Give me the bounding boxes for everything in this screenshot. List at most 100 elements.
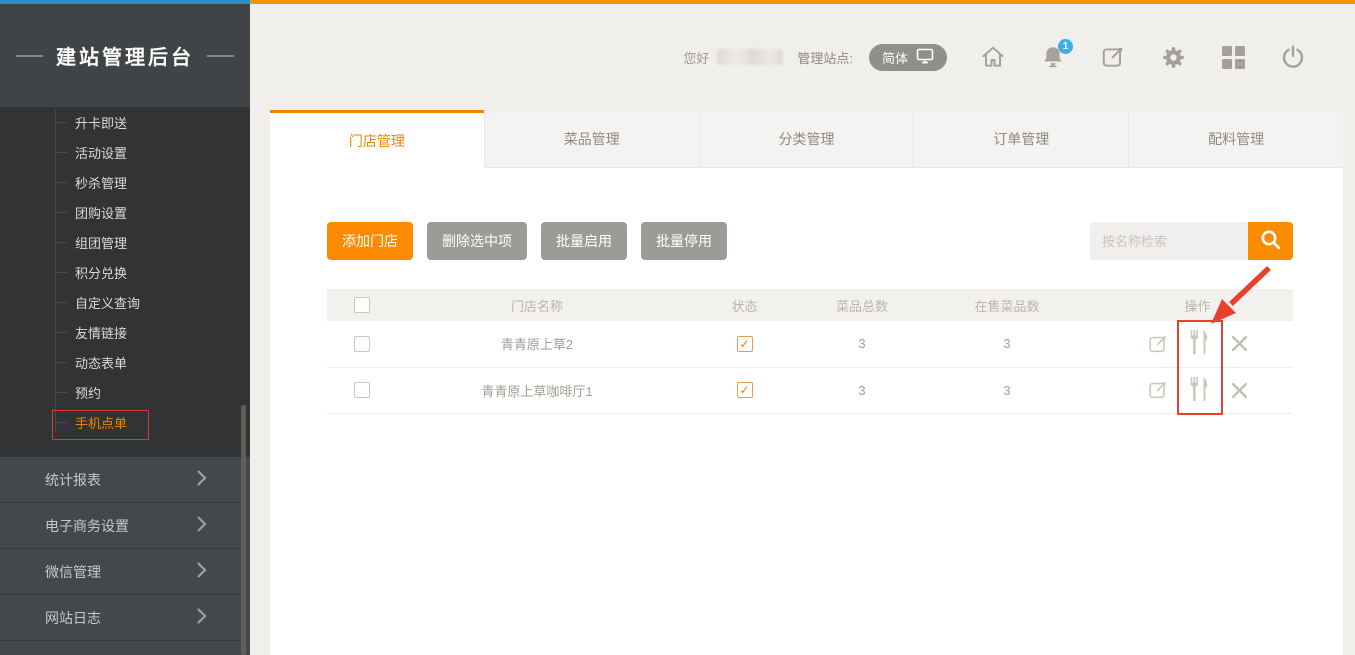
- table-row: 青青原上草2 ✓ 3 3: [327, 321, 1293, 367]
- section-label: 统计报表: [45, 470, 101, 490]
- sidebar-section-site-logs[interactable]: 网站日志: [0, 595, 250, 641]
- sidebar-item-label: 预约: [75, 383, 101, 402]
- store-table: 门店名称 状态 菜品总数 在售菜品数 操作 青青原上草2 ✓ 3 3: [327, 289, 1293, 414]
- dish-on-sale-value: 3: [912, 321, 1102, 367]
- status-checkbox-checked[interactable]: ✓: [737, 336, 753, 352]
- check-glyph: ✓: [739, 383, 749, 397]
- gear-icon[interactable]: [1160, 44, 1186, 70]
- sidebar-item-label: 积分兑换: [75, 263, 127, 282]
- username-blurred: [717, 49, 783, 65]
- dish-on-sale-value: 3: [912, 367, 1102, 413]
- row-checkbox[interactable]: [354, 382, 370, 398]
- toolbar: 添加门店 删除选中项 批量启用 批量停用: [327, 222, 1293, 260]
- monitor-icon: [916, 47, 934, 68]
- delete-selected-button[interactable]: 删除选中项: [427, 222, 527, 260]
- search-input[interactable]: [1090, 222, 1248, 260]
- fork-knife-wrap-1: [1184, 373, 1216, 408]
- manage-site-label: 管理站点:: [797, 48, 853, 67]
- sidebar-scrollbar[interactable]: [241, 405, 246, 655]
- batch-enable-button[interactable]: 批量启用: [541, 222, 627, 260]
- search-box: [1090, 222, 1293, 260]
- store-name: 青青原上草2: [397, 321, 677, 367]
- sidebar-item-team[interactable]: 组团管理: [0, 227, 250, 257]
- apps-grid-icon[interactable]: [1220, 44, 1246, 70]
- chevron-right-icon: [195, 515, 208, 536]
- notification-badge: 1: [1058, 39, 1073, 54]
- tab-label: 配料管理: [1208, 129, 1264, 149]
- chevron-right-icon: [195, 607, 208, 628]
- sidebar-item-label: 升卡即送: [75, 113, 127, 132]
- edit-icon[interactable]: [1100, 44, 1126, 70]
- language-button[interactable]: 简体: [869, 44, 947, 71]
- power-icon[interactable]: [1280, 44, 1306, 70]
- sidebar: 建站管理后台 升卡即送 活动设置 秒杀管理 团购设置 组团管理 积分兑换 自定义…: [0, 4, 250, 655]
- sidebar-item-label: 秒杀管理: [75, 173, 127, 192]
- check-glyph: ✓: [739, 337, 749, 351]
- sidebar-item-dynamic-form[interactable]: 动态表单: [0, 347, 250, 377]
- bell-icon[interactable]: 1: [1040, 44, 1066, 70]
- tab-label: 门店管理: [349, 131, 405, 151]
- sidebar-item-label: 自定义查询: [75, 293, 140, 312]
- section-label: 电子商务设置: [45, 516, 129, 536]
- tab-dish-management[interactable]: 菜品管理: [484, 110, 699, 168]
- col-header-dish-on-sale: 在售菜品数: [912, 289, 1102, 321]
- top-header: 您好 管理站点: 简体 1: [250, 4, 1355, 110]
- sidebar-item-flash-sale[interactable]: 秒杀管理: [0, 167, 250, 197]
- status-checkbox-checked[interactable]: ✓: [737, 382, 753, 398]
- sidebar-item-custom-query[interactable]: 自定义查询: [0, 287, 250, 317]
- home-icon[interactable]: [980, 44, 1006, 70]
- tab-ingredient-management[interactable]: 配料管理: [1128, 110, 1343, 168]
- search-button[interactable]: [1248, 222, 1293, 260]
- table-row: 青青原上草咖啡厅1 ✓ 3 3: [327, 367, 1293, 413]
- sidebar-item-label: 友情链接: [75, 323, 127, 342]
- table-header-row: 门店名称 状态 菜品总数 在售菜品数 操作: [327, 289, 1293, 321]
- app-title: 建站管理后台: [56, 41, 194, 70]
- sidebar-section-wechat[interactable]: 微信管理: [0, 549, 250, 595]
- row-checkbox[interactable]: [354, 336, 370, 352]
- sidebar-menu: 升卡即送 活动设置 秒杀管理 团购设置 组团管理 积分兑换 自定义查询 友情链接…: [0, 107, 250, 457]
- language-label: 简体: [882, 48, 908, 67]
- sidebar-item-group-buy[interactable]: 团购设置: [0, 197, 250, 227]
- tab-order-management[interactable]: 订单管理: [913, 110, 1128, 168]
- close-icon[interactable]: [1231, 382, 1248, 399]
- sidebar-item-card-gift[interactable]: 升卡即送: [0, 107, 250, 137]
- sidebar-item-label: 动态表单: [75, 353, 127, 372]
- sidebar-item-label: 活动设置: [75, 143, 127, 162]
- sidebar-item-friend-links[interactable]: 友情链接: [0, 317, 250, 347]
- store-name: 青青原上草咖啡厅1: [397, 367, 677, 413]
- sidebar-item-points[interactable]: 积分兑换: [0, 257, 250, 287]
- sidebar-title: 建站管理后台: [0, 4, 250, 107]
- close-icon[interactable]: [1231, 335, 1248, 352]
- sidebar-item-label: 团购设置: [75, 203, 127, 222]
- section-label: 微信管理: [45, 562, 101, 582]
- section-label: 网站日志: [45, 608, 101, 628]
- tab-label: 菜品管理: [564, 129, 620, 149]
- sidebar-item-label: 组团管理: [75, 233, 127, 252]
- tab-category-management[interactable]: 分类管理: [699, 110, 914, 168]
- edit-icon[interactable]: [1147, 333, 1169, 355]
- col-header-actions: 操作: [1102, 289, 1293, 321]
- fork-knife-wrap-0: [1184, 326, 1216, 361]
- sidebar-item-activity[interactable]: 活动设置: [0, 137, 250, 167]
- title-dash-left: [16, 55, 43, 57]
- fork-knife-icon[interactable]: [1188, 375, 1212, 406]
- sidebar-item-label: 手机点单: [75, 413, 127, 432]
- sidebar-section-statistics[interactable]: 统计报表: [0, 457, 250, 503]
- chevron-right-icon: [195, 561, 208, 582]
- dish-total-value: 3: [812, 321, 912, 367]
- greeting-text: 您好: [683, 48, 709, 67]
- tab-label: 分类管理: [778, 129, 834, 149]
- sidebar-item-reservation[interactable]: 预约: [0, 377, 250, 407]
- tab-store-management[interactable]: 门店管理: [270, 110, 484, 168]
- select-all-checkbox[interactable]: [354, 297, 370, 313]
- col-header-store-name: 门店名称: [397, 289, 677, 321]
- sidebar-section-ecommerce[interactable]: 电子商务设置: [0, 503, 250, 549]
- fork-knife-icon[interactable]: [1188, 328, 1212, 359]
- sidebar-item-mobile-ordering[interactable]: 手机点单: [0, 407, 250, 437]
- tab-label: 订单管理: [993, 129, 1049, 149]
- title-dash-right: [207, 55, 234, 57]
- edit-icon[interactable]: [1147, 379, 1169, 401]
- batch-disable-button[interactable]: 批量停用: [641, 222, 727, 260]
- content-card: 门店管理 菜品管理 分类管理 订单管理 配料管理 添加门店 删除选中项 批量启用…: [270, 110, 1343, 655]
- add-store-button[interactable]: 添加门店: [327, 222, 413, 260]
